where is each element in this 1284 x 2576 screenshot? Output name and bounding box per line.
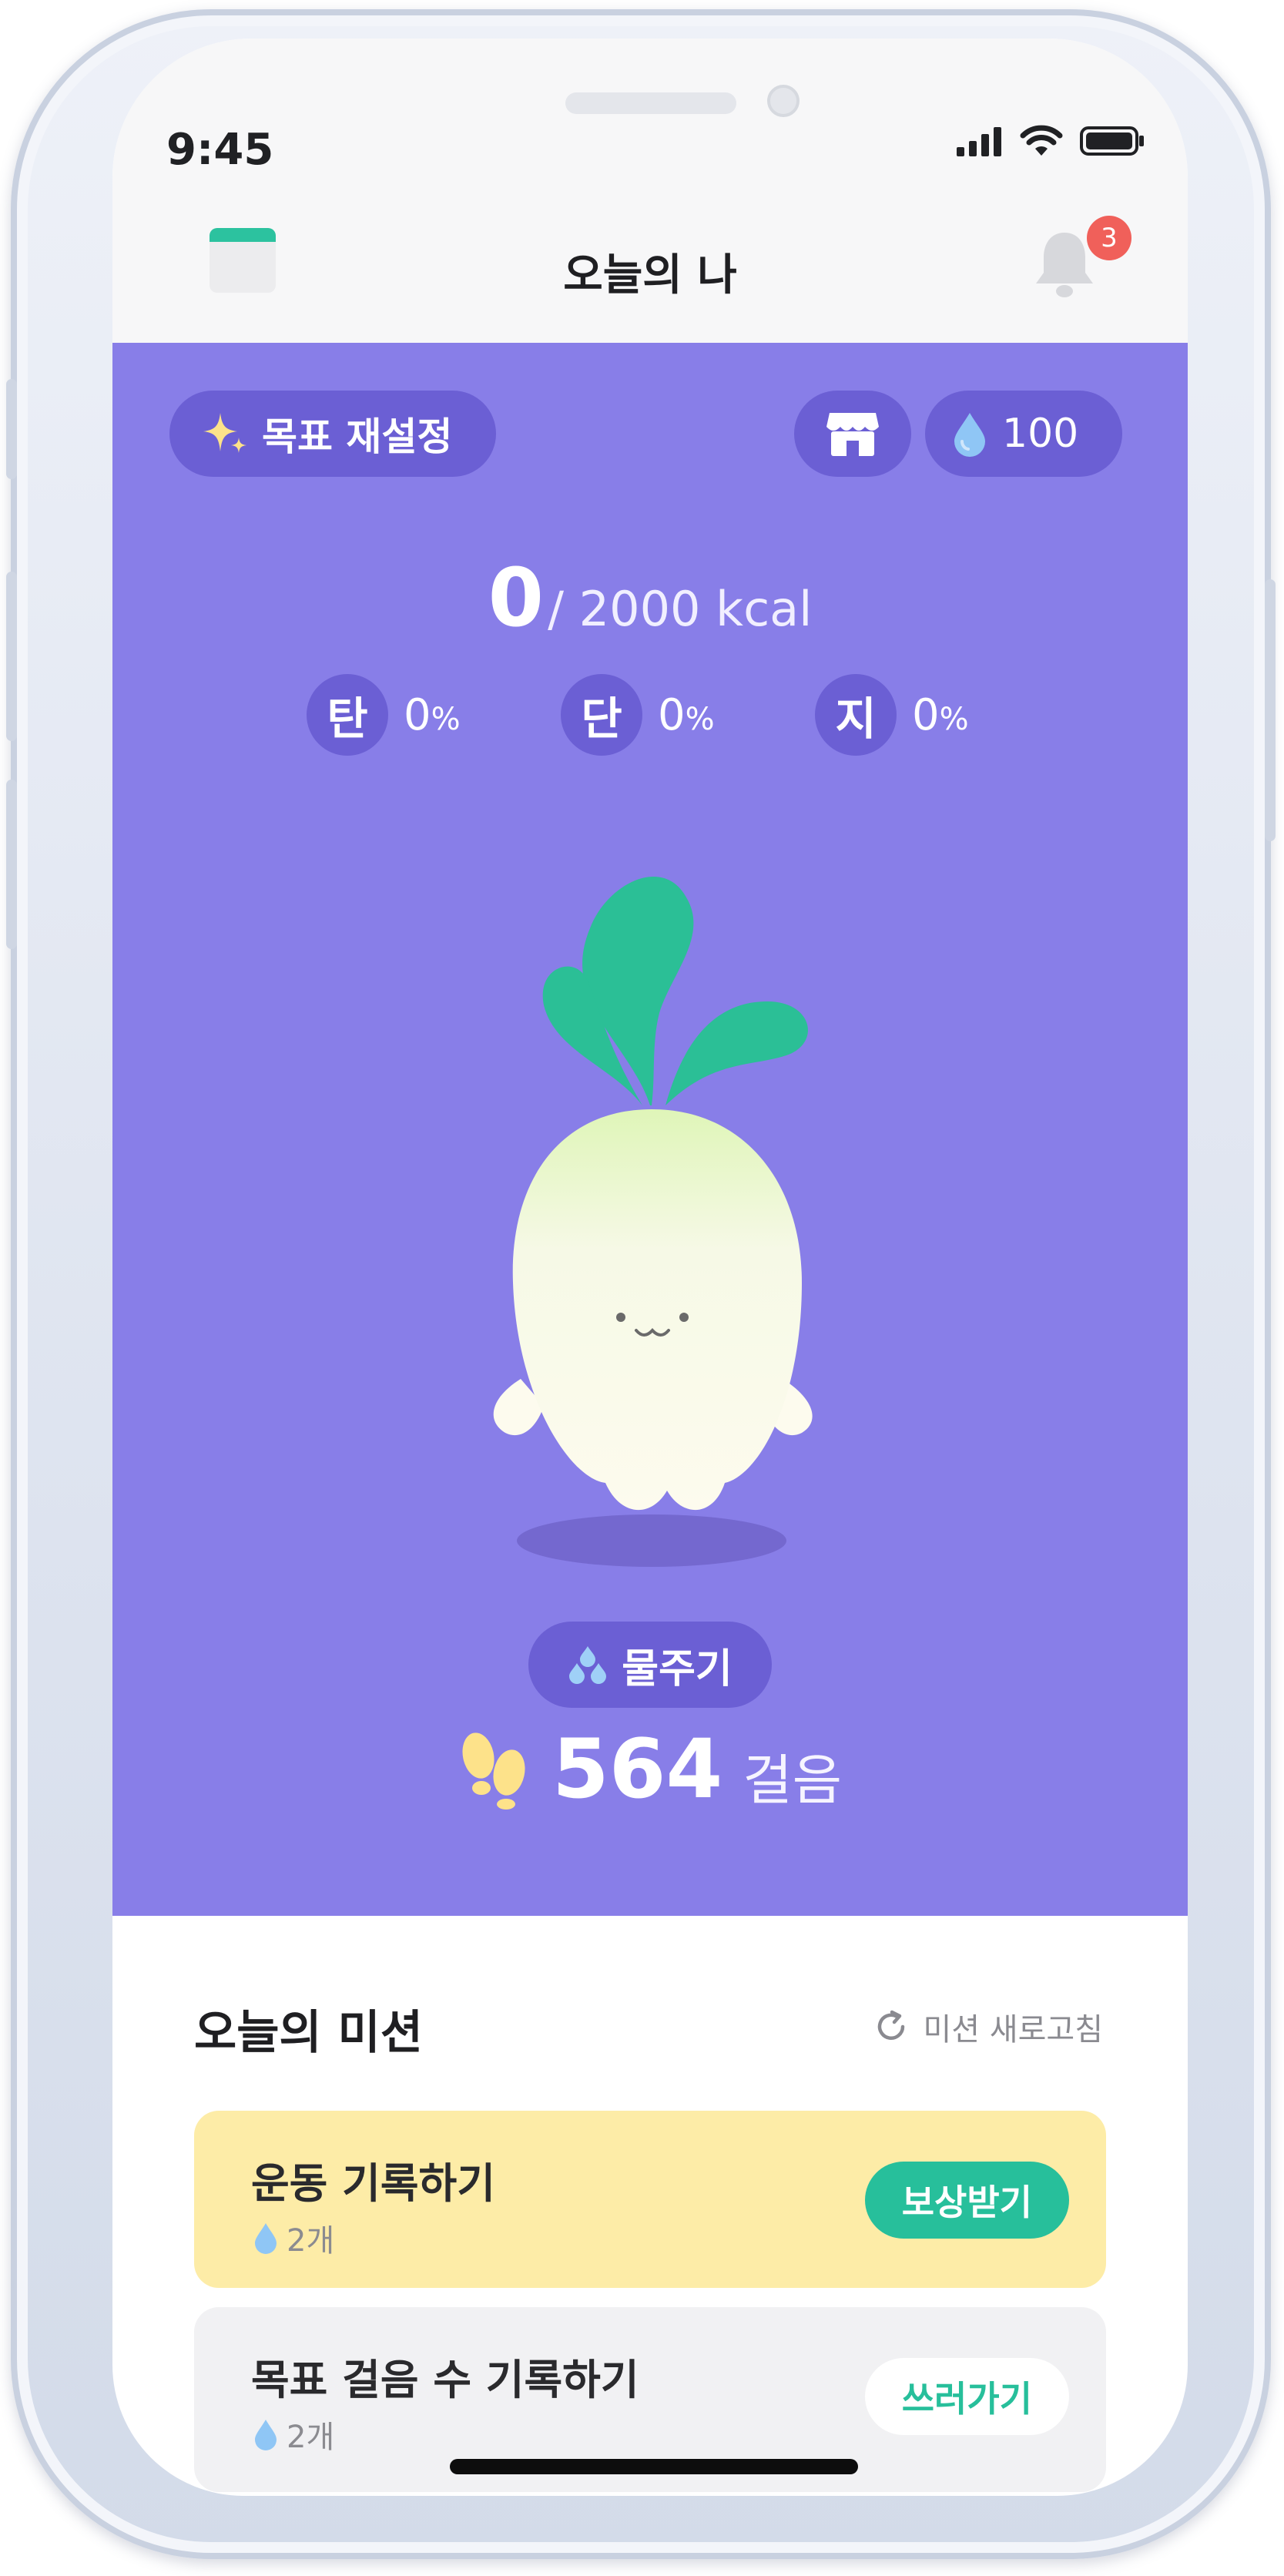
refresh-missions-label: 미션 새로고침 bbox=[923, 2012, 1103, 2048]
go-write-button[interactable]: 쓰러가기 bbox=[864, 2358, 1069, 2435]
macro-protein: 단 0% bbox=[561, 674, 715, 756]
goal-reset-label: 목표 재설정 bbox=[262, 414, 453, 459]
macro-protein-unit: % bbox=[685, 701, 715, 737]
steps-value: 564 bbox=[551, 1722, 723, 1816]
mission-label: 운동 기록하기 bbox=[251, 2159, 495, 2208]
mission-card: 운동 기록하기 2개 보상받기 bbox=[194, 2111, 1106, 2288]
sparkle-icon bbox=[203, 413, 246, 453]
side-button bbox=[1265, 579, 1276, 841]
mission-label: 목표 걸음 수 기록하기 bbox=[251, 2356, 639, 2404]
home-indicator[interactable] bbox=[450, 2459, 858, 2474]
water-drops-icon bbox=[569, 1646, 607, 1684]
water-plant-button[interactable]: 물주기 bbox=[528, 1622, 772, 1708]
macro-fat-value: 0 bbox=[912, 689, 940, 740]
mission-reward: 2개 bbox=[253, 2412, 334, 2457]
water-balance[interactable]: 100 bbox=[925, 391, 1122, 477]
notification-badge: 3 bbox=[1087, 216, 1131, 260]
missions-title: 오늘의 미션 bbox=[194, 2006, 423, 2060]
macro-fat: 지 0% bbox=[815, 674, 969, 756]
status-time: 9:45 bbox=[166, 125, 274, 175]
macro-fat-label: 지 bbox=[815, 674, 897, 756]
page-title: 오늘의 나 bbox=[563, 250, 737, 300]
calories-current: 0 bbox=[488, 551, 544, 645]
calories-goal: / 2000 kcal bbox=[548, 581, 813, 637]
side-button bbox=[6, 780, 17, 949]
side-button bbox=[6, 379, 17, 479]
shop-button[interactable] bbox=[794, 391, 911, 477]
app-screen: 9:45 오늘의 나 3 목표 재설정 100 0 / 2000 kcal 탄 … bbox=[112, 39, 1188, 2496]
water-balance-value: 100 bbox=[1002, 411, 1079, 457]
step-counter: 564 걸음 bbox=[112, 1722, 1188, 1816]
signal-icon bbox=[957, 127, 1001, 156]
wifi-icon bbox=[1020, 125, 1063, 156]
refresh-missions-button[interactable]: 미션 새로고침 bbox=[873, 2004, 1103, 2049]
status-icons bbox=[955, 125, 1145, 157]
steps-unit: 걸음 bbox=[743, 1749, 843, 1812]
side-button bbox=[6, 572, 17, 741]
water-drop-icon bbox=[954, 413, 985, 457]
calorie-summary: 0 / 2000 kcal bbox=[112, 551, 1188, 645]
mission-reward-count: 2개 bbox=[287, 2420, 335, 2455]
macro-protein-value: 0 bbox=[658, 689, 686, 740]
front-camera bbox=[767, 85, 800, 117]
speaker-grill bbox=[565, 92, 736, 114]
battery-icon bbox=[1080, 126, 1144, 156]
hero-panel: 목표 재설정 100 0 / 2000 kcal 탄 0% 단 0% 지 0% … bbox=[112, 343, 1188, 1916]
macro-protein-label: 단 bbox=[561, 674, 642, 756]
macro-fat-unit: % bbox=[939, 701, 969, 737]
claim-reward-button[interactable]: 보상받기 bbox=[864, 2162, 1069, 2239]
store-icon bbox=[826, 413, 879, 456]
macro-carbs-value: 0 bbox=[404, 689, 431, 740]
water-drop-icon bbox=[255, 2223, 277, 2254]
app-header: 9:45 오늘의 나 3 bbox=[112, 39, 1188, 343]
notification-button[interactable]: 3 bbox=[1031, 216, 1131, 300]
macro-carbs: 탄 0% bbox=[307, 674, 461, 756]
goal-reset-button[interactable]: 목표 재설정 bbox=[169, 391, 496, 477]
refresh-icon bbox=[878, 2010, 905, 2040]
water-drop-icon bbox=[255, 2420, 277, 2450]
macro-carbs-unit: % bbox=[431, 701, 461, 737]
macro-carbs-label: 탄 bbox=[307, 674, 388, 756]
mission-reward: 2개 bbox=[253, 2215, 334, 2260]
mission-reward-count: 2개 bbox=[287, 2223, 335, 2259]
radish-character[interactable] bbox=[405, 813, 906, 1583]
footprints-icon bbox=[462, 1732, 525, 1810]
phone-frame: 9:45 오늘의 나 3 목표 재설정 100 0 / 2000 kcal 탄 … bbox=[6, 9, 1276, 2559]
water-plant-label: 물주기 bbox=[622, 1645, 733, 1692]
